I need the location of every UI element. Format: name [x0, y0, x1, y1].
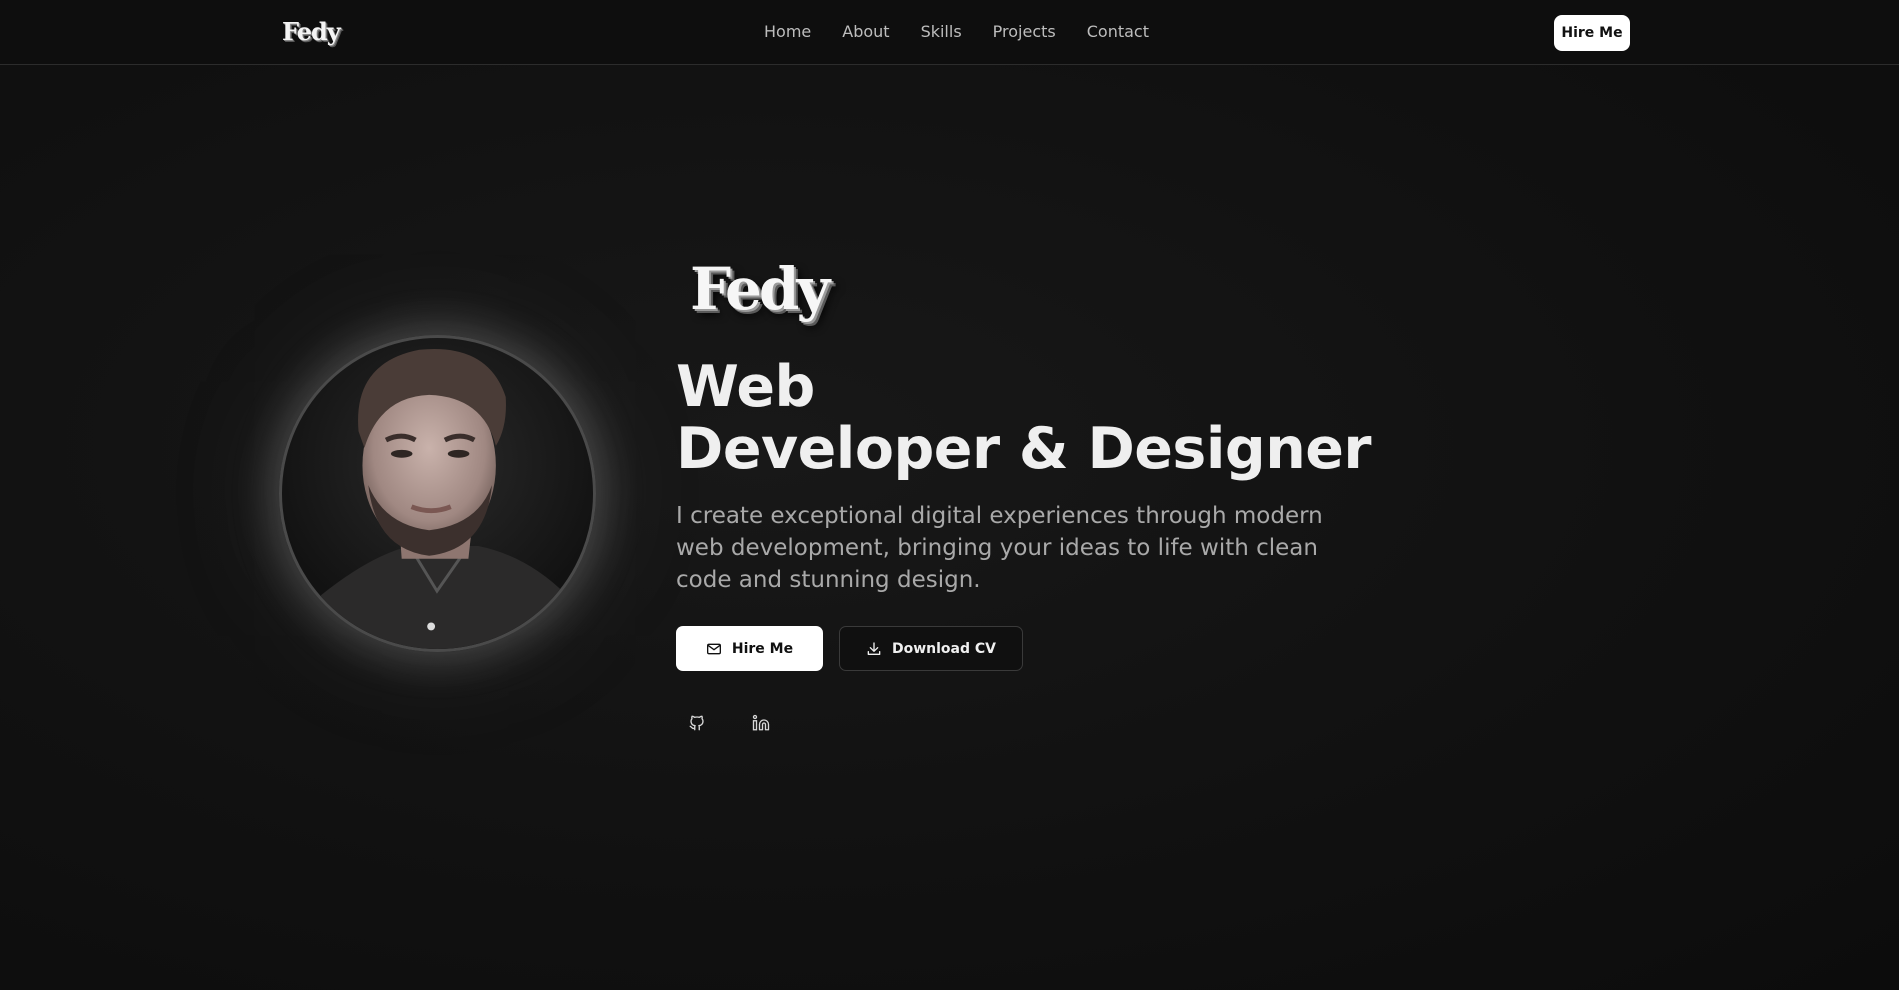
profile-avatar [279, 335, 596, 652]
hero-title-line-2: Developer & Designer [676, 416, 1372, 482]
hire-me-label: Hire Me [731, 640, 794, 657]
linkedin-link[interactable] [748, 710, 774, 736]
nav-hire-me-button[interactable]: Hire Me [1554, 15, 1630, 51]
download-cv-button[interactable]: Download CV [839, 626, 1023, 671]
linkedin-icon [752, 714, 770, 731]
navbar: Fedy Home About Skills Projects Contact … [0, 0, 1899, 65]
github-link[interactable] [684, 710, 710, 736]
download-icon [867, 641, 881, 655]
download-cv-label: Download CV [891, 640, 996, 657]
mail-icon [706, 643, 721, 654]
nav-link-about[interactable]: About [842, 22, 889, 41]
hero-title-line-1: Web [676, 354, 815, 420]
nav-links: Home About Skills Projects Contact [764, 22, 1149, 41]
hero-logo: Fedy [690, 255, 830, 323]
github-icon [689, 715, 704, 731]
nav-link-projects[interactable]: Projects [993, 22, 1056, 41]
hero-title: Web Developer & Designer [676, 354, 1372, 482]
page: Fedy Home About Skills Projects Contact … [0, 0, 1899, 990]
nav-link-home[interactable]: Home [764, 22, 811, 41]
profile-photo [301, 348, 577, 649]
hire-me-button[interactable]: Hire Me [676, 626, 823, 671]
nav-logo[interactable]: Fedy [282, 17, 341, 46]
nav-link-skills[interactable]: Skills [921, 22, 962, 41]
hero-description: I create exceptional digital experiences… [676, 503, 1323, 593]
nav-link-contact[interactable]: Contact [1087, 22, 1149, 41]
